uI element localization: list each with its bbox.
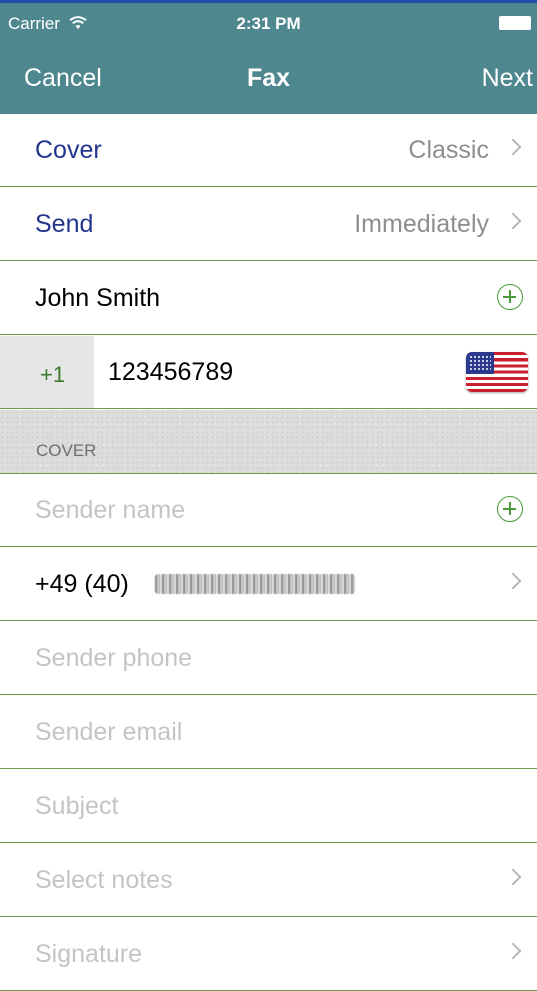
cover-value: Classic — [408, 136, 489, 164]
fax-number-input[interactable]: 123456789 — [108, 358, 233, 387]
sender-name-row[interactable]: Sender name — [0, 474, 537, 547]
sender-name-field[interactable]: Sender name — [35, 496, 185, 525]
send-row[interactable]: Send Immediately — [0, 188, 537, 261]
cover-row[interactable]: Cover Classic — [0, 114, 537, 187]
section-title: COVER — [36, 441, 97, 460]
subject-row[interactable]: Subject — [0, 770, 537, 843]
page-title: Fax — [246, 64, 291, 92]
country-code: +1 — [40, 362, 66, 387]
select-notes-label: Select notes — [35, 866, 173, 894]
cover-section-header: COVER — [0, 410, 537, 474]
sender-email-row[interactable]: Sender email — [0, 696, 537, 769]
battery-icon — [499, 16, 531, 30]
us-flag-icon[interactable] — [466, 352, 528, 392]
signature-label: Signature — [35, 940, 143, 968]
next-button[interactable]: Next — [482, 64, 533, 93]
select-notes-row[interactable]: Select notes — [0, 844, 537, 917]
signature-row[interactable]: Signature — [0, 918, 537, 991]
recipient-name[interactable]: John Smith — [35, 284, 160, 313]
sender-fax-row[interactable]: +49 (40) — [0, 548, 537, 621]
cover-label: Cover — [35, 136, 102, 164]
status-time: 2:31 PM — [236, 14, 301, 33]
send-value: Immediately — [354, 210, 489, 238]
recipient-number-row[interactable]: +1 123456789 — [0, 336, 537, 409]
chevron-right-icon — [504, 942, 522, 960]
country-code-box[interactable]: +1 — [0, 336, 94, 408]
sender-phone-row[interactable]: Sender phone — [0, 622, 537, 695]
sender-fax-value: +49 (40) — [35, 570, 129, 598]
chevron-right-icon — [504, 572, 522, 590]
sender-phone-field[interactable]: Sender phone — [35, 644, 192, 673]
navigation-bar: Cancel Fax Next — [0, 40, 537, 114]
send-label: Send — [35, 210, 94, 238]
recipient-name-row[interactable]: John Smith — [0, 262, 537, 335]
chevron-right-icon — [504, 212, 522, 230]
chevron-right-icon — [504, 138, 522, 156]
sender-email-field[interactable]: Sender email — [35, 718, 182, 747]
subject-field[interactable]: Subject — [35, 792, 118, 821]
chevron-right-icon — [504, 868, 522, 886]
add-circle-icon[interactable] — [497, 284, 523, 310]
redacted-number — [155, 574, 355, 594]
status-bar: Carrier 2:31 PM — [0, 3, 537, 40]
add-circle-icon[interactable] — [497, 496, 523, 522]
